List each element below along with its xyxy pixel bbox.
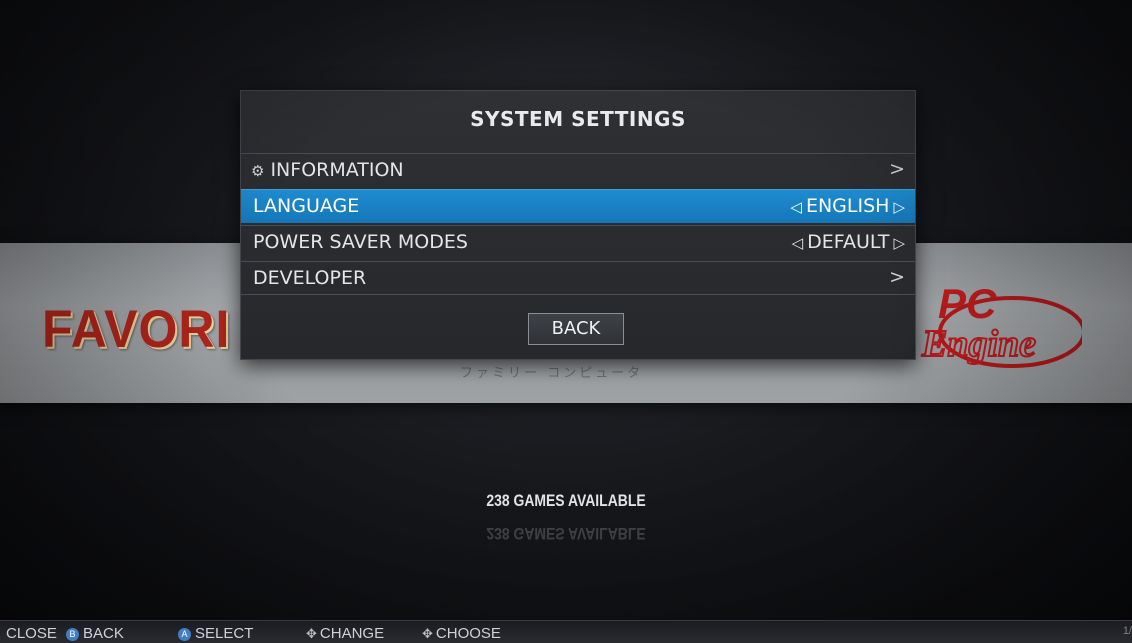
arrow-right-icon[interactable]: ▷ — [893, 198, 905, 216]
language-value[interactable]: ◁ ENGLISH ▷ — [786, 195, 909, 217]
menu-item-information[interactable]: ⚙ INFORMATION > — [241, 153, 915, 187]
menu-item-label: DEVELOPER — [253, 267, 367, 289]
dialog-title: SYSTEM SETTINGS — [470, 107, 686, 131]
system-settings-dialog: SYSTEM SETTINGS ⚙ INFORMATION > LANGUAGE … — [240, 90, 916, 360]
hint-select: A SELECT — [178, 625, 253, 642]
dpad-icon: ✥ — [306, 626, 317, 641]
hint-back: B BACK — [66, 625, 124, 642]
footer-hints-bar: CLOSE B BACK A SELECT ✥ CHANGE ✥ CHOOSE 1/ — [0, 620, 1132, 643]
arrow-left-icon[interactable]: ◁ — [792, 234, 804, 252]
screen: FAVORI PC Engine ファミリー コンピュータ SYSTEM SET… — [0, 0, 1132, 643]
power-saver-value[interactable]: ◁ DEFAULT ▷ — [788, 231, 909, 253]
menu-item-label: LANGUAGE — [253, 195, 360, 217]
hint-close: CLOSE — [6, 625, 57, 642]
gear-icon: ⚙ — [251, 162, 265, 180]
hint-change: ✥ CHANGE — [306, 625, 385, 642]
menu-item-power-saver-modes[interactable]: POWER SAVER MODES ◁ DEFAULT ▷ — [241, 225, 915, 259]
pc-engine-logo[interactable]: PC Engine — [902, 272, 1082, 382]
dpad-icon: ✥ — [422, 626, 433, 641]
svg-text:Engine: Engine — [921, 323, 1036, 365]
jp-subtitle: ファミリー コンピュータ — [460, 366, 644, 381]
button-a-icon: A — [178, 628, 191, 641]
arrow-right-icon[interactable]: ▷ — [893, 234, 905, 252]
games-available-reflection: 238 GAMES AVAILABLE — [486, 524, 646, 543]
arrow-left-icon[interactable]: ◁ — [790, 198, 802, 216]
chevron-right-icon: > — [889, 266, 905, 288]
menu-item-language[interactable]: LANGUAGE ◁ ENGLISH ▷ — [241, 189, 915, 223]
button-b-icon: B — [66, 628, 79, 641]
hint-choose: ✥ CHOOSE — [422, 625, 501, 642]
menu-item-developer[interactable]: DEVELOPER > — [241, 261, 915, 295]
games-available-count: 238 GAMES AVAILABLE — [486, 491, 646, 510]
menu-item-label: POWER SAVER MODES — [253, 231, 468, 253]
menu-item-label: INFORMATION — [270, 159, 404, 181]
back-button[interactable]: BACK — [528, 313, 624, 345]
svg-text:PC: PC — [938, 280, 997, 327]
page-indicator: 1/ — [1122, 625, 1132, 637]
chevron-right-icon: > — [889, 158, 905, 180]
favorites-logo[interactable]: FAVORI — [42, 299, 230, 360]
